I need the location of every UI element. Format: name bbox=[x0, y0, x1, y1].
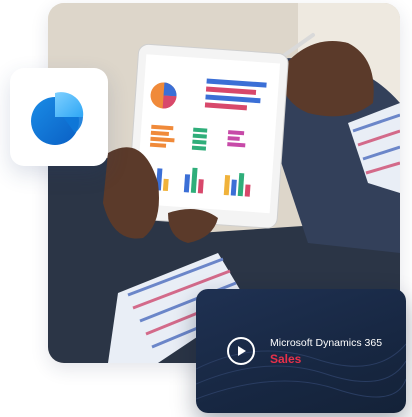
play-circle-icon[interactable] bbox=[227, 337, 255, 365]
dynamics-365-sales-logo-icon bbox=[31, 92, 84, 145]
video-card[interactable]: Microsoft Dynamics 365 Sales bbox=[196, 289, 406, 413]
video-subtitle: Sales bbox=[270, 352, 302, 366]
product-logo-card bbox=[10, 68, 108, 166]
video-title: Microsoft Dynamics 365 bbox=[270, 337, 383, 349]
